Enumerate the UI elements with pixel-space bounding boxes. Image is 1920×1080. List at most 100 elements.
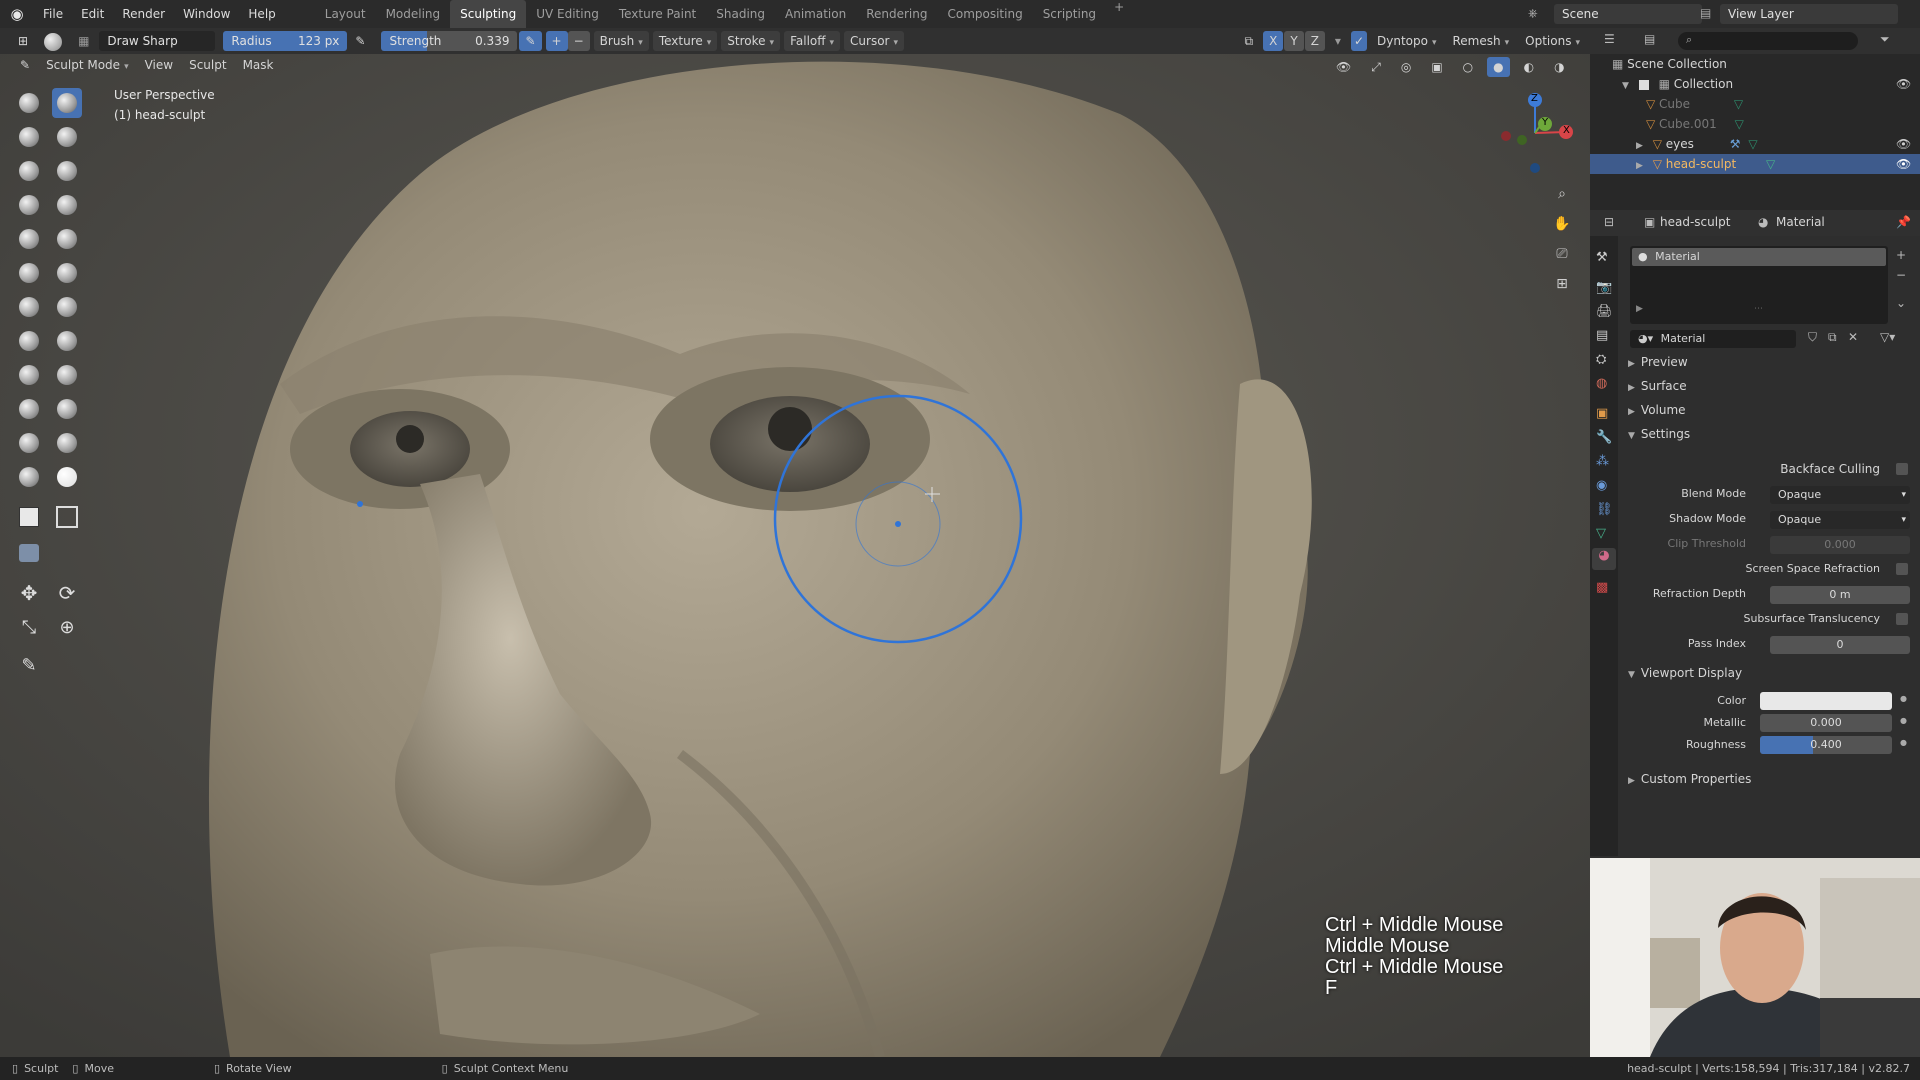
tool-simplify[interactable]	[52, 428, 82, 458]
mirror-x-toggle[interactable]: X	[1263, 31, 1284, 51]
tab-scripting[interactable]: Scripting	[1033, 0, 1106, 28]
link-menu-icon[interactable]: ▽▾	[1880, 330, 1895, 344]
radius-field[interactable]: Radius 123 px	[223, 31, 348, 51]
camera-view-icon[interactable]: ⎚	[1550, 242, 1574, 266]
tool-scale[interactable]: ⤡	[14, 612, 44, 642]
strength-pressure-icon[interactable]: ✎	[519, 31, 542, 51]
display-mode-icon[interactable]: ▤	[1644, 32, 1655, 46]
material-tab-icon[interactable]: ◕	[1592, 548, 1616, 570]
tool-mask[interactable]	[14, 462, 44, 492]
scene-tab-icon[interactable]: ⛭	[1596, 352, 1606, 367]
overlay-toggle-icon[interactable]: ◎	[1395, 57, 1417, 77]
zoom-icon[interactable]: ⌕	[1550, 182, 1574, 206]
mode-selector[interactable]: Sculpt Mode ▾	[40, 55, 135, 75]
wireframe-shading-icon[interactable]: ○	[1457, 57, 1479, 77]
outliner-item-head-sculpt[interactable]: ▶ ▽ head-sculpt ▽ 👁	[1590, 154, 1920, 174]
blend-mode-select[interactable]: Opaque ▾	[1770, 486, 1910, 504]
menu-sculpt[interactable]: Sculpt	[183, 55, 232, 75]
screen-space-refraction-checkbox[interactable]	[1896, 563, 1908, 575]
eye-icon[interactable]: 👁	[1896, 134, 1911, 154]
brush-name-field[interactable]: Draw Sharp	[99, 31, 216, 51]
backface-culling-checkbox[interactable]	[1896, 463, 1908, 475]
brush-preview-icon[interactable]	[38, 31, 68, 51]
chevron-right-icon[interactable]: ▶	[1636, 304, 1643, 314]
direction-add-button[interactable]: +	[545, 31, 568, 51]
panel-surface[interactable]: ▶ Surface	[1628, 379, 1687, 393]
menu-render[interactable]: Render	[113, 0, 174, 28]
tool-clay-strips[interactable]	[52, 122, 82, 152]
tab-rendering[interactable]: Rendering	[856, 0, 937, 28]
view-layer-icon[interactable]: ▤	[1700, 6, 1711, 20]
panel-preview[interactable]: ▶ Preview	[1628, 355, 1688, 369]
visibility-icon[interactable]: 👁	[1330, 57, 1357, 77]
tab-uv-editing[interactable]: UV Editing	[526, 0, 609, 28]
fake-user-icon[interactable]: ⛉	[1808, 330, 1817, 345]
tool-snake-hook[interactable]	[14, 360, 44, 390]
tool-layer[interactable]	[14, 156, 44, 186]
tab-texture-paint[interactable]: Texture Paint	[609, 0, 706, 28]
panel-custom-properties[interactable]: ▶ Custom Properties	[1628, 772, 1751, 786]
refraction-depth-field[interactable]: 0 m	[1770, 586, 1910, 604]
tab-sculpting[interactable]: Sculpting	[450, 0, 527, 28]
3d-viewport[interactable]: ✎ Sculpt Mode ▾ View Sculpt Mask 👁 ⤢ ◎ ▣ …	[0, 54, 1590, 1057]
object-tab-icon[interactable]: ▣	[1596, 406, 1608, 421]
tool-pose[interactable]	[14, 394, 44, 424]
unlink-icon[interactable]: ✕	[1848, 330, 1858, 344]
tool-clay[interactable]	[14, 122, 44, 152]
eye-icon[interactable]: 👁	[1896, 154, 1911, 174]
panel-viewport-display[interactable]: ▼ Viewport Display	[1628, 666, 1742, 680]
tab-modeling[interactable]: Modeling	[376, 0, 451, 28]
brush-data-icon[interactable]: ▦	[72, 31, 95, 51]
tool-draw-sharp[interactable]	[52, 88, 82, 118]
blender-logo-icon[interactable]: ◉	[0, 5, 34, 23]
subsurface-translucency-checkbox[interactable]	[1896, 613, 1908, 625]
view-layer-selector[interactable]: View Layer	[1720, 4, 1898, 24]
menu-file[interactable]: File	[34, 0, 72, 28]
keyframe-dot-icon[interactable]: ●	[1900, 716, 1907, 725]
outliner-item-eyes[interactable]: ▶ ▽ eyes ⚒ ▽ 👁	[1590, 134, 1920, 154]
material-shading-icon[interactable]: ◐	[1518, 57, 1540, 77]
falloff-menu[interactable]: Falloff ▾	[784, 31, 841, 51]
viewport-color-swatch[interactable]	[1760, 692, 1892, 710]
menu-mask[interactable]: Mask	[237, 55, 280, 75]
gizmo-toggle-icon[interactable]: ⤢	[1365, 57, 1387, 77]
outliner-editor-icon[interactable]: ☰	[1604, 32, 1615, 46]
texture-menu[interactable]: Texture ▾	[652, 31, 718, 51]
stroke-menu[interactable]: Stroke ▾	[721, 31, 781, 51]
mirror-z-toggle[interactable]: Z	[1304, 31, 1325, 51]
duplicate-icon[interactable]: ⧉	[1828, 330, 1837, 345]
tool-blob[interactable]	[14, 190, 44, 220]
tool-mesh-filter[interactable]	[14, 538, 44, 568]
tool-crease[interactable]	[52, 190, 82, 220]
menu-view[interactable]: View	[139, 55, 179, 75]
menu-help[interactable]: Help	[239, 0, 284, 28]
resize-handle[interactable]: ⋯	[1754, 304, 1763, 314]
tool-nudge[interactable]	[52, 394, 82, 424]
strength-field[interactable]: Strength 0.339	[381, 31, 518, 51]
outliner-scene-collection[interactable]: ▦ Scene Collection	[1590, 54, 1920, 74]
tool-rotate[interactable]	[14, 428, 44, 458]
tool-rotate-transform[interactable]: ⟳	[52, 578, 82, 608]
world-tab-icon[interactable]: ◍	[1596, 376, 1607, 391]
keyframe-dot-icon[interactable]: ●	[1900, 694, 1907, 703]
options-menu[interactable]: Options ▾	[1519, 31, 1586, 51]
shadow-mode-select[interactable]: Opaque ▾	[1770, 511, 1910, 529]
texture-tab-icon[interactable]: ▩	[1596, 580, 1608, 595]
output-tab-icon[interactable]: 🖨	[1596, 304, 1613, 319]
pass-index-field[interactable]: 0	[1770, 636, 1910, 654]
panel-settings[interactable]: ▼ Settings	[1628, 427, 1690, 441]
data-tab-icon[interactable]: ▽	[1596, 526, 1606, 541]
outliner-search-input[interactable]: ⌕	[1678, 32, 1858, 50]
properties-editor-icon[interactable]: ⊟	[1604, 215, 1614, 229]
tab-shading[interactable]: Shading	[706, 0, 775, 28]
tool-grab[interactable]	[14, 326, 44, 356]
sculpt-mode-icon[interactable]: ✎	[14, 55, 36, 75]
scene-selector[interactable]: Scene	[1554, 4, 1702, 24]
metallic-field[interactable]: 0.000	[1760, 714, 1892, 732]
tool-draw-face-sets[interactable]	[52, 462, 82, 492]
tool-pinch[interactable]	[52, 292, 82, 322]
tab-layout[interactable]: Layout	[315, 0, 376, 28]
modifier-tab-icon[interactable]: 🔧	[1596, 430, 1612, 445]
add-workspace-button[interactable]: +	[1106, 0, 1132, 28]
outliner-item-cube[interactable]: ▽ Cube ▽	[1590, 94, 1920, 114]
